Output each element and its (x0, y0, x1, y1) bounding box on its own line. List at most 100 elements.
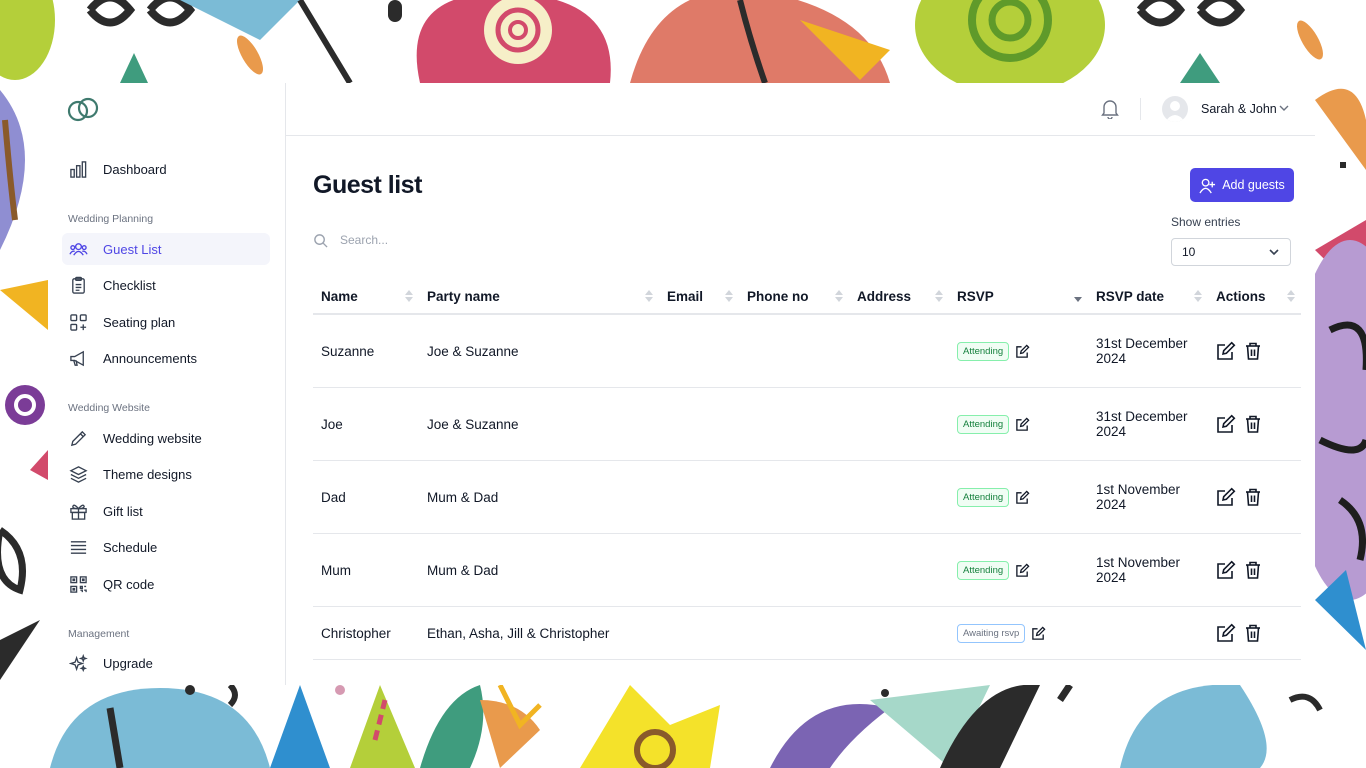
cell-party-name: Joe & Suzanne (419, 314, 659, 388)
rsvp-status-badge: Attending (957, 414, 1010, 434)
cell-rsvp-date: 31st December 2024 (1088, 314, 1208, 388)
edit-rsvp-icon[interactable] (1015, 416, 1030, 432)
sort-icon[interactable] (405, 289, 413, 303)
column-header-actions[interactable]: Actions (1208, 279, 1301, 315)
trash-icon[interactable] (1243, 487, 1263, 507)
cell-address (849, 387, 949, 461)
bell-icon[interactable] (1101, 99, 1119, 119)
edit-icon[interactable] (1216, 414, 1236, 434)
sort-icon[interactable] (1287, 289, 1295, 303)
cell-address (849, 533, 949, 607)
search-icon (314, 233, 328, 248)
cell-phone (739, 460, 849, 534)
sort-icon[interactable] (645, 289, 653, 303)
trash-icon[interactable] (1243, 623, 1263, 643)
sidebar-item-seating-plan[interactable]: Seating plan (62, 306, 270, 338)
show-entries-select[interactable]: 10 (1171, 238, 1291, 266)
cell-actions (1208, 533, 1301, 607)
sidebar-item-label: QR code (103, 576, 155, 592)
rsvp-status-badge: Attending (957, 487, 1010, 507)
sort-desc-icon[interactable] (1074, 289, 1082, 303)
sidebar-item-wedding-website[interactable]: Wedding website (62, 422, 270, 454)
cell-rsvp-date: 31st December 2024 (1088, 387, 1208, 461)
sidebar-item-dashboard[interactable]: Dashboard (62, 153, 270, 185)
column-header-name[interactable]: Name (313, 279, 419, 315)
column-header-address[interactable]: Address (849, 279, 949, 315)
chevron-down-icon[interactable] (1278, 102, 1290, 114)
layers-icon (68, 464, 88, 484)
cell-email (659, 387, 739, 461)
sidebar-item-label: Checklist (103, 277, 156, 293)
cell-party-name: Joe & Suzanne (419, 387, 659, 461)
sidebar-item-theme-designs[interactable]: Theme designs (62, 458, 270, 490)
sidebar-item-checklist[interactable]: Checklist (62, 269, 270, 301)
sidebar-item-upgrade[interactable]: Upgrade (62, 647, 270, 679)
edit-rsvp-icon[interactable] (1015, 489, 1030, 505)
edit-icon[interactable] (1216, 487, 1236, 507)
trash-icon[interactable] (1243, 341, 1263, 361)
sidebar-item-label: Gift list (103, 503, 143, 519)
divider (1140, 98, 1141, 120)
sidebar-item-label: Wedding website (103, 430, 202, 446)
list-icon (68, 537, 88, 557)
trash-icon[interactable] (1243, 560, 1263, 580)
add-guests-button[interactable]: Add guests (1190, 168, 1294, 202)
page-title: Guest list (313, 171, 422, 199)
rsvp-date-line-1: 31st December (1096, 409, 1188, 424)
sparkles-icon (68, 653, 88, 673)
trash-icon[interactable] (1243, 414, 1263, 434)
cell-email (659, 460, 739, 534)
edit-rsvp-icon[interactable] (1031, 625, 1046, 641)
sort-icon[interactable] (835, 289, 843, 303)
column-header-rsvp-date[interactable]: RSVP date (1088, 279, 1208, 315)
column-header-rsvp[interactable]: RSVP (949, 279, 1088, 315)
user-name[interactable]: Sarah & John (1201, 102, 1277, 116)
sidebar-item-label: Upgrade (103, 655, 153, 671)
show-entries-value: 10 (1182, 245, 1196, 259)
table-row: Mum Mum & Dad Attending 1st November 2024 (313, 533, 1301, 607)
cell-phone (739, 314, 849, 388)
cell-party-name: Ethan, Asha, Jill & Christopher (419, 606, 659, 660)
rings-logo-icon[interactable] (66, 95, 100, 123)
sidebar-item-schedule[interactable]: Schedule (62, 531, 270, 563)
sidebar-item-qr-code[interactable]: QR code (62, 568, 270, 600)
table-row-partial (313, 659, 1301, 685)
sidebar-item-label: Theme designs (103, 466, 192, 482)
chevron-down-icon (1269, 249, 1279, 256)
edit-rsvp-icon[interactable] (1015, 343, 1030, 359)
cell-rsvp: Attending (949, 533, 1088, 607)
guest-table: Name Party name Email Phone no Address R… (313, 279, 1301, 685)
sidebar-item-gift-list[interactable]: Gift list (62, 495, 270, 527)
search-input[interactable] (338, 232, 497, 248)
cell-phone (739, 606, 849, 660)
main-content: Guest list Add guests Show entries 10 Na… (285, 135, 1315, 685)
sort-icon[interactable] (935, 289, 943, 303)
users-icon (68, 239, 88, 259)
sidebar-item-announcements[interactable]: Announcements (62, 342, 270, 374)
gift-icon (68, 501, 88, 521)
bar-chart-icon (68, 159, 88, 179)
column-header-phone[interactable]: Phone no (739, 279, 849, 315)
column-header-email[interactable]: Email (659, 279, 739, 315)
app-window: Dashboard Wedding Planning Guest List Ch… (48, 83, 1315, 685)
table-row: Suzanne Joe & Suzanne Attending 31st Decemb… (313, 314, 1301, 388)
edit-icon[interactable] (1216, 341, 1236, 361)
edit-rsvp-icon[interactable] (1015, 562, 1030, 578)
section-heading: Wedding Website (68, 402, 150, 414)
cell-email (659, 606, 739, 660)
edit-icon[interactable] (1216, 560, 1236, 580)
rsvp-date-line-1: 31st December (1096, 336, 1188, 351)
sort-icon[interactable] (725, 289, 733, 303)
edit-icon[interactable] (1216, 623, 1236, 643)
cell-address (849, 606, 949, 660)
sidebar-item-guest-list[interactable]: Guest List (62, 233, 270, 265)
cell-phone (739, 387, 849, 461)
cell-actions (1208, 460, 1301, 534)
cell-rsvp: Attending (949, 387, 1088, 461)
table-header-row: Name Party name Email Phone no Address R… (313, 279, 1301, 315)
column-header-party-name[interactable]: Party name (419, 279, 659, 315)
table-row: Christopher Ethan, Asha, Jill & Christoph… (313, 606, 1301, 660)
search-bar (313, 229, 573, 251)
sort-icon[interactable] (1194, 289, 1202, 303)
avatar[interactable] (1162, 96, 1188, 122)
